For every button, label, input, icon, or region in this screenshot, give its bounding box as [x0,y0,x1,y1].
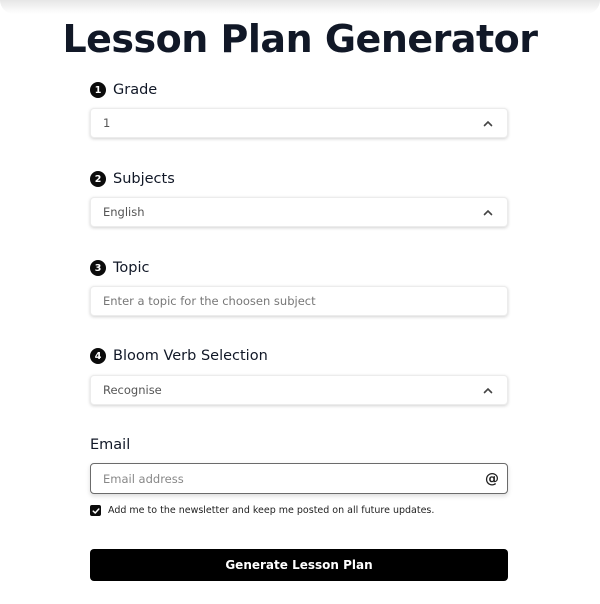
topic-field[interactable] [90,286,508,316]
bloom-verb-label-text: Bloom Verb Selection [113,348,268,364]
newsletter-checkbox[interactable] [90,505,101,516]
newsletter-option[interactable]: Add me to the newsletter and keep me pos… [90,505,434,516]
at-sign-icon: @ [485,470,499,487]
step-4-badge: 4 [90,348,106,364]
bloom-verb-label: 4 Bloom Verb Selection [90,346,268,366]
step-2-badge: 2 [90,171,106,187]
email-field[interactable]: @ [90,463,508,494]
subjects-label-text: Subjects [113,171,175,187]
step-3-badge: 3 [90,260,106,276]
topic-label: 3 Topic [90,258,149,278]
subjects-label: 2 Subjects [90,169,175,189]
chevron-up-icon[interactable] [481,116,495,130]
chevron-up-icon[interactable] [481,205,495,219]
top-shadow [0,0,600,14]
grade-select[interactable]: 1 [90,108,508,138]
email-label: Email [90,435,130,455]
topic-label-text: Topic [113,260,150,276]
topic-input[interactable] [103,294,495,308]
newsletter-label: Add me to the newsletter and keep me pos… [108,505,435,516]
step-1-badge: 1 [90,82,106,98]
chevron-up-icon[interactable] [481,383,495,397]
bloom-verb-select[interactable]: Recognise [90,375,508,405]
email-label-text: Email [90,437,131,453]
grade-selected-value: 1 [103,116,111,130]
generate-lesson-plan-button[interactable]: Generate Lesson Plan [90,549,508,581]
grade-label: 1 Grade [90,80,157,100]
subjects-select[interactable]: English [90,197,508,227]
page-title: Lesson Plan Generator [62,17,538,61]
email-input[interactable] [103,471,485,486]
grade-label-text: Grade [113,82,158,98]
subjects-selected-value: English [103,205,145,219]
checkmark-icon [92,507,100,514]
bloom-verb-selected-value: Recognise [103,383,162,397]
